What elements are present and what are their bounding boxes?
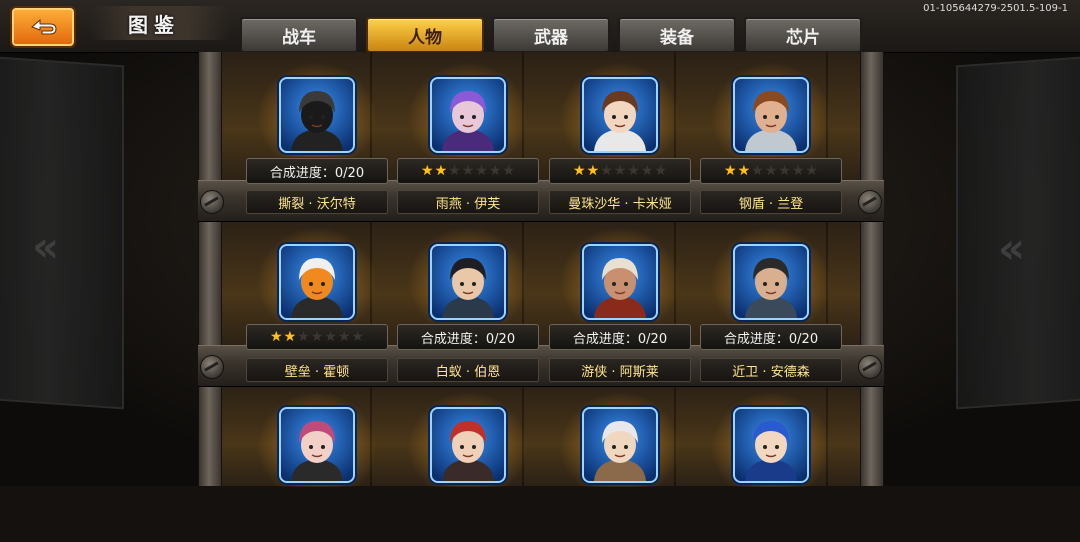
brown-hair-woman-portrait[interactable] [582,77,658,153]
tab-3[interactable]: 武器 [492,17,610,53]
star-empty-icon: ★ [337,329,351,345]
star-rating: ★ ★ ★ ★ ★ ★ ★ [700,158,842,184]
tab-1[interactable]: 战车 [240,17,358,53]
character-card[interactable]: ★ ★ ★ ★ ★ ★ ★ 壁垒 · 霍顿 [242,217,392,382]
star-empty-icon: ★ [600,163,613,179]
stars-row: ★ ★ ★ ★ ★ ★ ★ [724,164,818,178]
star-rating: ★ ★ ★ ★ ★ ★ ★ [549,158,691,184]
character-name: 撕裂 · 沃尔特 [246,190,388,214]
character-name: 壁垒 · 霍顿 [246,358,388,382]
star-empty-icon: ★ [778,163,791,179]
right-wall-panel: « [956,54,1080,410]
star-filled-icon: ★ [573,163,586,179]
star-filled-icon: ★ [283,329,297,345]
star-empty-icon: ★ [448,163,461,179]
cowboy-hat-portrait[interactable] [582,244,658,320]
tiger-mech-portrait[interactable] [279,244,355,320]
star-empty-icon: ★ [751,163,764,179]
star-empty-icon: ★ [613,163,627,179]
pink-hair-eyepatch-portrait[interactable] [279,407,355,483]
synthesis-progress: 合成进度：0/20 [246,158,388,184]
character-name: 白蚁 · 伯恩 [397,358,539,382]
version-label: 01-105644279-2501.5-109-1 [923,3,1068,14]
back-button[interactable] [10,6,76,48]
star-empty-icon: ★ [488,163,502,179]
star-filled-icon: ★ [434,163,448,179]
star-filled-icon: ★ [586,163,600,179]
star-empty-icon: ★ [475,163,488,179]
right-rail [860,52,884,486]
character-card[interactable]: 合成进度：0/20 撕裂 · 沃尔特 [242,52,392,214]
purple-hair-girl-portrait[interactable] [430,77,506,153]
star-empty-icon: ★ [791,163,805,179]
chevron-right-icon: « [998,222,1026,274]
character-name: 雨燕 · 伊芙 [397,190,539,214]
star-empty-icon: ★ [764,163,778,179]
stars-row: ★ ★ ★ ★ ★ ★ ★ [270,330,364,344]
page-title: 图鉴 [128,13,180,37]
character-card[interactable] [393,382,543,542]
collection-shelf: 合成进度：0/20 撕裂 · 沃尔特 ★ ★ ★ ★ ★ ★ ★ 雨燕 · 伊芙 ★ ★ ★ ★ ★ ★ ★… [198,52,884,487]
character-name: 游侠 · 阿斯莱 [549,358,691,382]
dark-hair-man-portrait[interactable] [430,244,506,320]
tab-5[interactable]: 芯片 [744,17,862,53]
hooded-figure-portrait[interactable] [279,77,355,153]
left-wall-panel: « [0,54,124,410]
star-empty-icon: ★ [640,163,654,179]
character-card[interactable] [545,382,695,542]
star-filled-icon: ★ [724,163,737,179]
synthesis-progress: 合成进度：0/20 [700,324,842,350]
star-empty-icon: ★ [351,329,364,345]
character-card[interactable]: 合成进度：0/20 游侠 · 阿斯莱 [545,217,695,382]
blue-hair-portrait[interactable] [733,407,809,483]
star-empty-icon: ★ [627,163,640,179]
character-card[interactable]: 合成进度：0/20 近卫 · 安德森 [696,217,846,382]
star-empty-icon: ★ [502,163,515,179]
bolt-icon [858,190,882,214]
bolt-icon [858,355,882,379]
headband-soldier-portrait[interactable] [733,244,809,320]
left-rail [198,52,222,486]
star-empty-icon: ★ [461,163,475,179]
star-filled-icon: ★ [737,163,751,179]
star-rating: ★ ★ ★ ★ ★ ★ ★ [246,324,388,350]
white-hair-portrait[interactable] [582,407,658,483]
character-name: 钢盾 · 兰登 [700,190,842,214]
synthesis-progress: 合成进度：0/20 [549,324,691,350]
character-name: 曼珠沙华 · 卡米娅 [549,190,691,214]
character-card[interactable]: ★ ★ ★ ★ ★ ★ ★ 雨燕 · 伊芙 [393,52,543,214]
stars-row: ★ ★ ★ ★ ★ ★ ★ [573,164,667,178]
star-rating: ★ ★ ★ ★ ★ ★ ★ [397,158,539,184]
tab-2[interactable]: 人物 [366,17,484,53]
bearded-man-portrait[interactable] [733,77,809,153]
bolt-icon [200,355,224,379]
star-empty-icon: ★ [654,163,667,179]
bolt-icon [200,190,224,214]
return-arrow-icon [31,18,57,35]
character-card[interactable]: ★ ★ ★ ★ ★ ★ ★ 曼珠沙华 · 卡米娅 [545,52,695,214]
star-empty-icon: ★ [324,329,337,345]
star-empty-icon: ★ [310,329,324,345]
chevron-left-icon: « [32,220,60,272]
star-filled-icon: ★ [421,163,434,179]
star-empty-icon: ★ [805,163,818,179]
character-card[interactable] [696,382,846,542]
character-name: 近卫 · 安德森 [700,358,842,382]
star-filled-icon: ★ [270,329,283,345]
star-empty-icon: ★ [297,329,310,345]
synthesis-progress: 合成进度：0/20 [397,324,539,350]
character-card[interactable]: ★ ★ ★ ★ ★ ★ ★ 钢盾 · 兰登 [696,52,846,214]
tab-4[interactable]: 装备 [618,17,736,53]
red-hair-goggles-portrait[interactable] [430,407,506,483]
character-card[interactable]: 合成进度：0/20 白蚁 · 伯恩 [393,217,543,382]
character-card[interactable] [242,382,392,542]
stars-row: ★ ★ ★ ★ ★ ★ ★ [421,164,515,178]
